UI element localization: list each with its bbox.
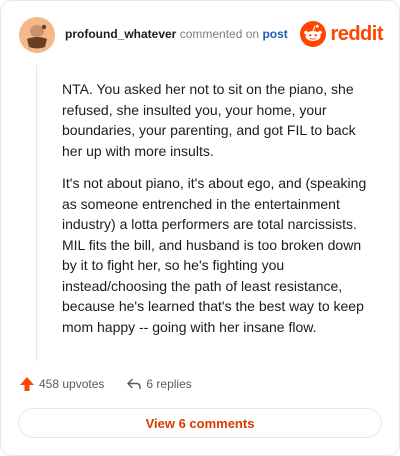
user-avatar[interactable]	[19, 17, 55, 53]
reddit-brand[interactable]: reddit	[300, 17, 383, 51]
comment-header: profound_whatever commented on post redd…	[19, 17, 383, 53]
upvote-button[interactable]: 458 upvotes	[19, 376, 104, 392]
upvote-count: 458 upvotes	[39, 377, 105, 391]
reply-count: 6 replies	[146, 377, 192, 391]
reddit-logo-icon	[300, 21, 327, 47]
comment-paragraph: It's not about piano, it's about ego, an…	[62, 175, 367, 335]
comment-card: profound_whatever commented on post redd…	[0, 0, 400, 456]
reddit-wordmark: reddit	[330, 22, 383, 45]
comment-paragraph: NTA. You asked her not to sit on the pia…	[62, 81, 356, 159]
thread-line	[36, 65, 37, 361]
upvote-arrow-icon	[20, 377, 34, 391]
author-name[interactable]: profound_whatever	[65, 27, 176, 41]
avatar-icon	[19, 17, 55, 53]
reply-arrow-icon	[127, 378, 142, 390]
post-link[interactable]: post	[262, 27, 287, 41]
reply-button[interactable]: 6 replies	[126, 376, 192, 392]
comment-meta: profound_whatever commented on post	[65, 27, 288, 41]
comment-actions: 458 upvotes 6 replies	[19, 374, 192, 394]
view-comments-button[interactable]: View 6 comments	[18, 408, 382, 438]
comment-action-text: commented on	[179, 27, 260, 41]
comment-body: NTA. You asked her not to sit on the pia…	[62, 79, 378, 349]
